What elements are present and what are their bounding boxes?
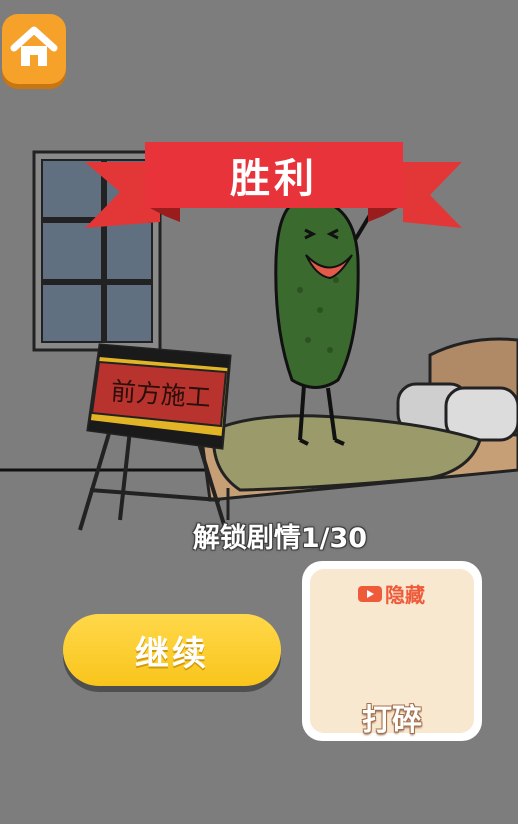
construction-sign-text: 前方施工 bbox=[109, 376, 212, 413]
home-icon bbox=[10, 26, 58, 66]
hidden-ending-card[interactable]: 隐藏 打碎 bbox=[302, 561, 482, 741]
hidden-ending-card-inner: 隐藏 打碎 bbox=[310, 569, 474, 738]
cucumber-character bbox=[274, 198, 372, 446]
hidden-tag-label: 隐藏 bbox=[385, 583, 425, 607]
unlock-progress-label: 解锁剧情1/30 bbox=[192, 523, 368, 554]
hidden-tag: 隐藏 bbox=[358, 579, 425, 608]
continue-button[interactable]: 继续 bbox=[63, 614, 281, 686]
home-button[interactable] bbox=[2, 14, 66, 84]
continue-button-label: 继续 bbox=[135, 633, 209, 674]
victory-title: 胜利 bbox=[230, 156, 318, 202]
video-icon bbox=[358, 585, 382, 602]
bed bbox=[198, 337, 518, 520]
smash-label: 打碎 bbox=[362, 703, 422, 738]
